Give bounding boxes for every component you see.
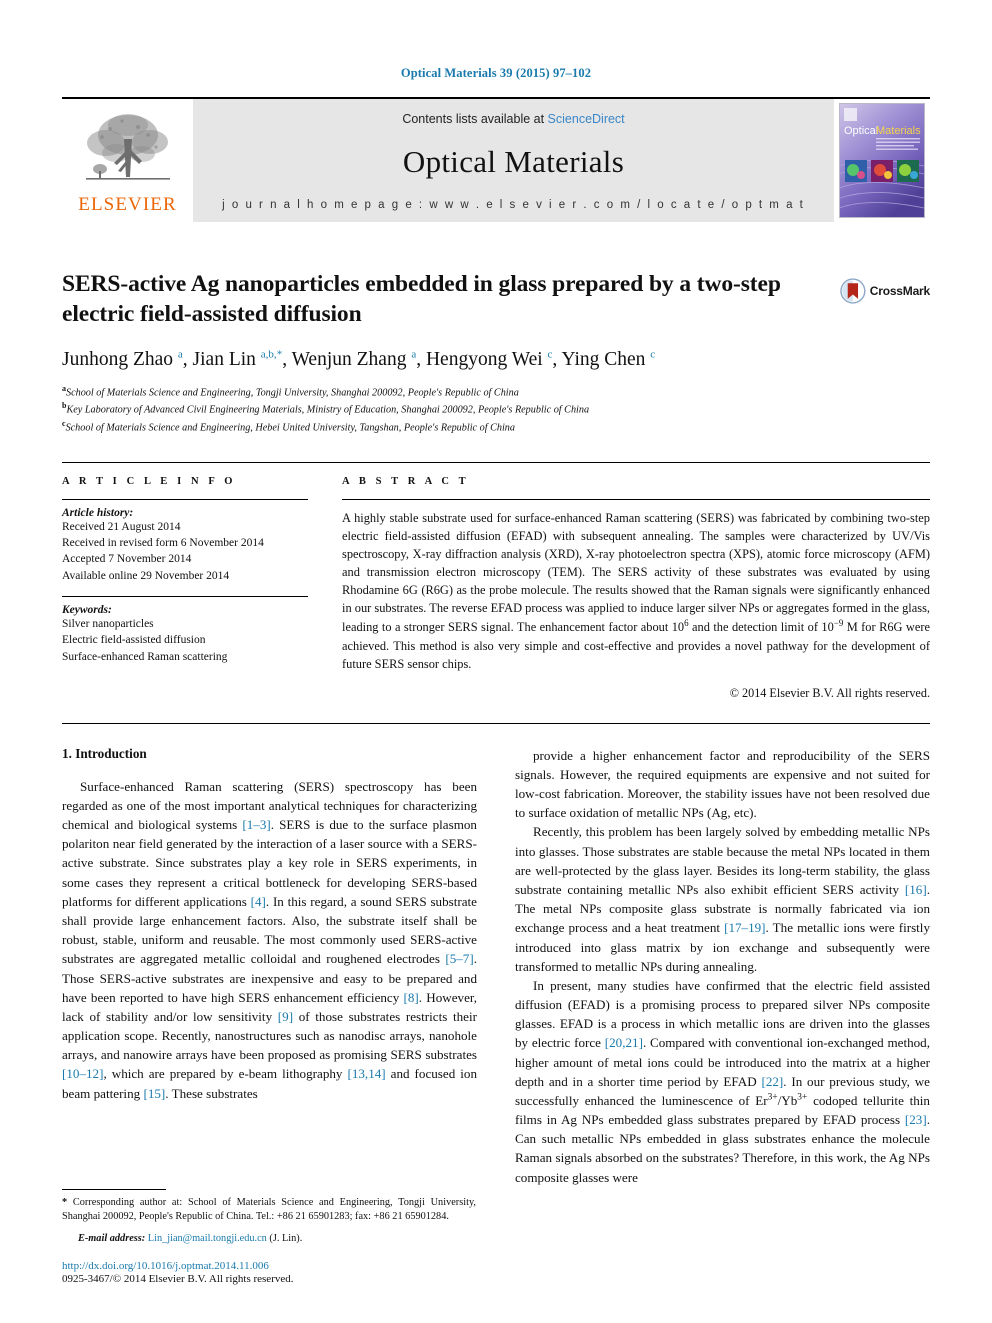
paragraph: Recently, this problem has been largely … <box>515 824 930 974</box>
email-suffix: (J. Lin). <box>269 1233 303 1244</box>
cover-artwork-icon: Optical Materials <box>840 104 924 217</box>
masthead-center: Contents lists available at ScienceDirec… <box>193 99 834 222</box>
issn-copyright-line: 0925-3467/© 2014 Elsevier B.V. All right… <box>62 1273 294 1285</box>
running-head: Optical Materials 39 (2015) 97–102 <box>400 66 592 80</box>
doi-block: http://dx.doi.org/10.1016/j.optmat.2014.… <box>62 1260 476 1285</box>
article-history-label: Article history: <box>62 506 134 519</box>
email-note: E-mail address: Lin_jian@mail.tongji.edu… <box>62 1233 476 1244</box>
keyword-item: Silver nanoparticles <box>62 617 154 630</box>
svg-text:Materials: Materials <box>876 125 921 137</box>
article-history-item: Available online 29 November 2014 <box>62 569 230 582</box>
article-history-item: Received 21 August 2014 <box>62 520 181 533</box>
sciencedirect-link[interactable]: ScienceDirect <box>548 112 625 126</box>
affiliation-item: bKey Laboratory of Advanced Civil Engine… <box>62 400 820 418</box>
article-history-item: Received in revised form 6 November 2014 <box>62 537 264 549</box>
keyword-item: Surface-enhanced Raman scattering <box>62 650 228 663</box>
crossmark-badge[interactable]: CrossMark <box>840 268 930 314</box>
paragraph: In present, many studies have confirmed … <box>515 977 931 1185</box>
abstract-copyright: © 2014 Elsevier B.V. All rights reserved… <box>729 685 930 700</box>
keyword-item: Electric field-assisted diffusion <box>62 634 206 647</box>
page-title: SERS-active Ag nanoparticles embedded in… <box>62 271 781 327</box>
journal-homepage-line[interactable]: j o u r n a l h o m e p a g e : w w w . … <box>193 199 834 211</box>
paper-page: Optical Materials 39 (2015) 97–102 ELSEV… <box>0 0 992 1323</box>
email-label: E-mail address: <box>78 1233 146 1244</box>
journal-title: Optical Materials <box>402 144 625 179</box>
article-info-column: A R T I C L E I N F O Article history: R… <box>62 476 324 701</box>
abstract-column: A B S T R A C T A highly stable substrat… <box>324 476 930 701</box>
divider <box>62 722 930 724</box>
affiliation-text: School of Materials Science and Engineer… <box>66 387 519 398</box>
elsevier-tree-icon <box>85 114 170 180</box>
affiliation-item: cSchool of Materials Science and Enginee… <box>62 418 820 436</box>
affiliation-list: aSchool of Materials Science and Enginee… <box>62 383 820 436</box>
journal-masthead: ELSEVIER Contents lists available at Sci… <box>62 97 930 222</box>
author-list: Junhong Zhao a, Jian Lin a,b,*, Wenjun Z… <box>62 348 656 371</box>
paragraph: provide a higher enhancement factor and … <box>515 747 930 821</box>
info-abstract-section: A R T I C L E I N F O Article history: R… <box>62 461 930 701</box>
cover-image: Optical Materials <box>839 103 925 218</box>
title-block: SERS-active Ag nanoparticles embedded in… <box>62 270 930 436</box>
affiliation-item: aSchool of Materials Science and Enginee… <box>62 383 820 401</box>
section-heading-introduction: 1. Introduction <box>62 745 147 761</box>
elsevier-wordmark: ELSEVIER <box>78 194 177 215</box>
footer-block: * Corresponding author at: School of Mat… <box>62 1188 476 1285</box>
email-link[interactable]: Lin_jian@mail.tongji.edu.cn <box>148 1233 267 1244</box>
body-column-right: provide a higher enhancement factor and … <box>515 746 930 1187</box>
keywords-label: Keywords: <box>62 603 112 616</box>
svg-text:Optical: Optical <box>844 125 878 137</box>
body-column-left: 1. Introduction Surface-enhanced Raman s… <box>62 746 477 1187</box>
paragraph: Surface-enhanced Raman scattering (SERS)… <box>62 778 477 1101</box>
keywords-block: Keywords: Silver nanoparticles Electric … <box>62 604 308 665</box>
abstract-heading: A B S T R A C T <box>342 475 470 487</box>
divider <box>62 595 308 597</box>
divider <box>342 498 930 500</box>
affiliation-text: Key Laboratory of Advanced Civil Enginee… <box>66 404 590 416</box>
contents-available-line: Contents lists available at ScienceDirec… <box>402 112 624 126</box>
doi-link[interactable]: http://dx.doi.org/10.1016/j.optmat.2014.… <box>62 1260 476 1272</box>
publisher-logo: ELSEVIER <box>62 99 193 222</box>
crossmark-label: CrossMark <box>869 284 930 298</box>
corresponding-author-note: * Corresponding author at: School of Mat… <box>62 1196 476 1223</box>
divider <box>62 498 308 500</box>
footnote-divider <box>62 1188 166 1190</box>
crossmark-icon <box>840 278 866 304</box>
article-info-heading: A R T I C L E I N F O <box>62 475 237 487</box>
journal-cover-thumbnail: Optical Materials <box>834 99 930 222</box>
article-history-item: Accepted 7 November 2014 <box>62 553 192 566</box>
contents-prefix: Contents lists available at <box>402 112 548 126</box>
abstract-text: A highly stable substrate used for surfa… <box>342 510 930 671</box>
affiliation-text: School of Materials Science and Engineer… <box>65 422 515 434</box>
body-columns: 1. Introduction Surface-enhanced Raman s… <box>62 746 930 1187</box>
